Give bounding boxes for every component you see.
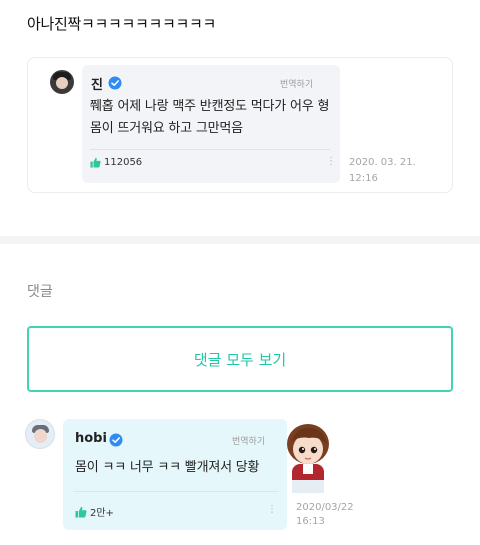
verified-badge-icon <box>108 76 122 90</box>
comment-text: 쮀홉 어제 나랑 맥주 반캔정도 먹다가 어우 형 몸이 뜨거워요 하고 그만먹… <box>90 99 330 136</box>
character-sticker <box>287 424 329 493</box>
post-text: 아나진짝ㅋㅋㅋㅋㅋㅋㅋㅋㅋㅋ <box>27 15 217 33</box>
view-all-comments-button[interactable]: 댓글 모두 보기 <box>27 326 453 392</box>
like-count: 2만+ <box>90 508 114 519</box>
thumbs-up-icon <box>75 506 87 517</box>
thumbs-up-icon <box>90 157 101 168</box>
like-button[interactable]: 2만+ <box>75 504 114 519</box>
avatar[interactable] <box>50 70 74 94</box>
more-vertical-icon[interactable]: ⋮ <box>267 504 277 515</box>
comment-author[interactable]: hobi <box>75 431 107 446</box>
divider <box>90 149 330 150</box>
comment-author[interactable]: 진 <box>91 74 103 93</box>
like-button[interactable]: 112056 <box>90 157 142 168</box>
more-vertical-icon[interactable]: ⋮ <box>326 156 336 167</box>
comments-heading: 댓글 <box>27 284 53 300</box>
like-count: 112056 <box>104 157 143 168</box>
comment-text: 몸이 ㅋㅋ 너무 ㅋㅋ 빨개져서 당황 <box>75 460 260 475</box>
verified-badge-icon <box>109 433 123 447</box>
section-divider <box>0 236 480 244</box>
comment-timestamp: 2020/03/22 16:13 <box>296 502 354 527</box>
avatar[interactable] <box>25 419 55 449</box>
divider <box>73 491 279 492</box>
translate-button[interactable]: 번역하기 <box>232 434 265 447</box>
translate-button[interactable]: 번역하기 <box>280 77 313 90</box>
comment-timestamp: 2020. 03. 21. 12:16 <box>349 157 416 184</box>
